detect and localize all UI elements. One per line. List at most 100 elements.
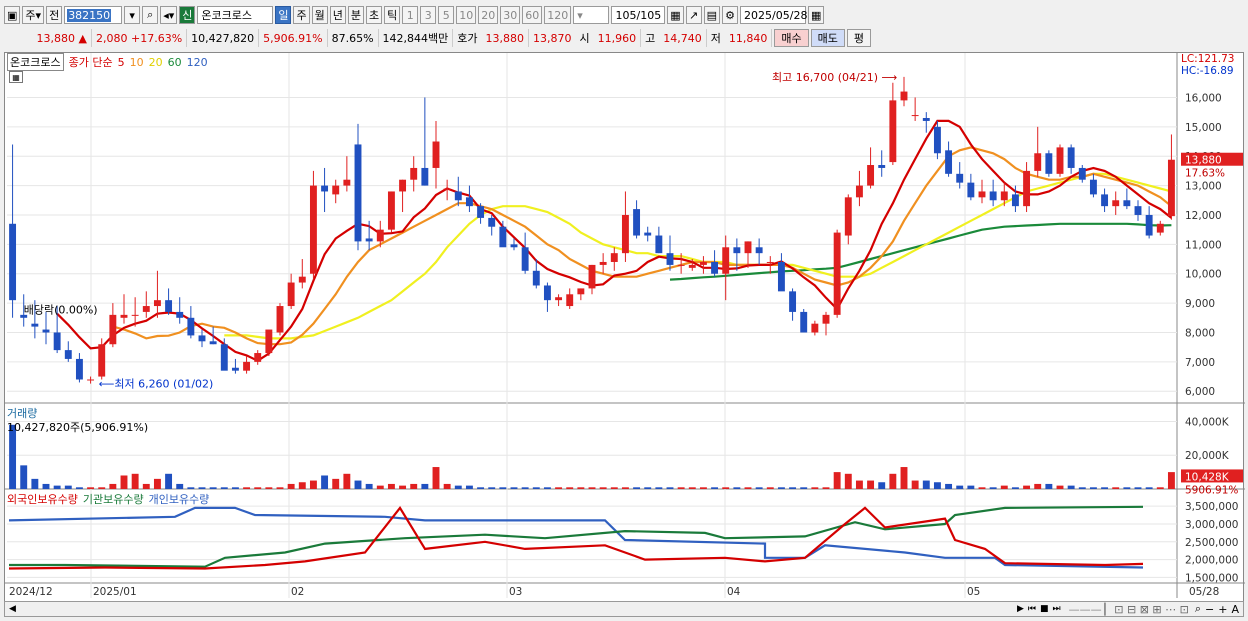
stop-icon[interactable]: ■ xyxy=(1040,604,1049,614)
volume-bar xyxy=(733,487,741,489)
price-legend: 온코크로스 종가 단순 5 10 20 60 120 xyxy=(7,53,208,71)
code-dropdown-button[interactable]: ▾ xyxy=(124,6,141,24)
candle-body xyxy=(298,276,306,283)
candle-body xyxy=(900,91,908,101)
market-select[interactable]: 전 xyxy=(46,6,63,24)
volume-bar xyxy=(1078,487,1086,489)
eval-button[interactable]: 평 xyxy=(846,29,872,47)
volume-bar xyxy=(722,487,730,489)
chart-area[interactable]: 16,00015,00014,00013,00012,00011,00010,0… xyxy=(4,52,1245,603)
institution-holding-label: 기관보유수량 xyxy=(82,493,144,506)
tool-icons[interactable]: ⊡ ⊟ ⊠ ⊞ ⋯ ⊡ xyxy=(1114,603,1189,616)
zoom-out-icon[interactable]: − xyxy=(1205,603,1214,616)
chart-canvas[interactable]: 16,00015,00014,00013,00012,00011,00010,0… xyxy=(5,53,1245,603)
volume-bar xyxy=(989,487,997,489)
sell-button[interactable]: 매도 xyxy=(810,29,845,47)
volume-bar xyxy=(120,475,128,489)
interval-60[interactable]: 60 xyxy=(522,6,543,24)
zoom-slider[interactable]: ———┃ xyxy=(1069,603,1109,616)
candle-body xyxy=(722,247,730,274)
volume-bar xyxy=(410,483,418,489)
volume-rate: 5,906.91% xyxy=(259,29,328,47)
buy-button[interactable]: 매수 xyxy=(774,29,809,47)
scroll-left-icon[interactable]: ◀ xyxy=(9,604,16,614)
period-minute-tab[interactable]: 분 xyxy=(347,6,364,24)
volume-bar xyxy=(477,487,485,489)
draw-tool-icon[interactable]: ↗ xyxy=(685,6,702,24)
low-annotation: ⟵최저 6,260 (01/02) xyxy=(99,378,214,391)
gear-icon[interactable]: ⚙ xyxy=(722,6,739,24)
x-tick-label: 2025/01 xyxy=(93,586,137,598)
volume-bar xyxy=(31,478,39,489)
volume-bar xyxy=(387,483,395,489)
calendar-icon[interactable]: ▦ xyxy=(808,6,825,24)
bar-count-input[interactable]: 105/105 xyxy=(611,6,666,24)
period-day-tab[interactable]: 일 xyxy=(275,6,292,24)
volume-bar xyxy=(755,487,763,489)
period-year-tab[interactable]: 년 xyxy=(329,6,346,24)
price-panel-name[interactable]: 온코크로스 xyxy=(7,53,64,71)
volume-bar xyxy=(142,483,150,489)
last-icon[interactable]: ⏭ xyxy=(1053,604,1061,614)
first-icon[interactable]: ⏮ xyxy=(1028,604,1036,614)
period-second-tab[interactable]: 초 xyxy=(365,6,383,24)
candle-body xyxy=(1067,147,1075,168)
search-icon[interactable]: ⌕ xyxy=(142,6,159,24)
price-tick-label: 15,000 xyxy=(1185,122,1222,134)
volume-bar xyxy=(365,483,373,489)
interval-120[interactable]: 120 xyxy=(544,6,572,24)
volume-bar xyxy=(900,467,908,489)
volume-bar xyxy=(911,480,919,489)
zoom-in-icon[interactable]: + xyxy=(1218,603,1227,616)
candle-body xyxy=(1011,194,1019,207)
volume-bar xyxy=(87,487,95,489)
chart-grid-icon[interactable]: ▦ xyxy=(667,6,684,24)
window-icon[interactable]: ▣ xyxy=(4,6,21,24)
sound-icon[interactable]: ◂▾ xyxy=(160,6,178,24)
volume-bar xyxy=(1156,487,1164,489)
candle-body xyxy=(75,358,83,380)
scroll-right-icon[interactable]: ▶ xyxy=(1017,604,1024,614)
custom-interval-select[interactable]: ▾ xyxy=(573,6,610,24)
x-tick-label: 03 xyxy=(509,586,522,598)
date-input[interactable]: 2025/05/28 xyxy=(740,6,807,24)
volume-bar xyxy=(566,487,574,489)
candle-body xyxy=(777,261,785,292)
candle-body xyxy=(477,206,485,218)
interval-3[interactable]: 3 xyxy=(420,6,437,24)
zoom-icon[interactable]: ⌕ xyxy=(1195,602,1201,616)
volume-bar xyxy=(1089,487,1097,489)
interval-10[interactable]: 10 xyxy=(456,6,477,24)
calculator-icon[interactable]: ▦ xyxy=(9,71,23,83)
interval-5[interactable]: 5 xyxy=(438,6,455,24)
save-icon[interactable]: ▤ xyxy=(703,6,721,24)
period-month-tab[interactable]: 월 xyxy=(311,6,328,24)
candle-body xyxy=(354,144,362,242)
holder-tick-label: 2,500,000 xyxy=(1185,537,1238,549)
period-week-tab[interactable]: 주 xyxy=(293,6,310,24)
type-select[interactable]: 주 ▾ xyxy=(22,6,45,24)
scroll-bar[interactable]: ◀ ▶ ⏮ ■ ⏭ ———┃ ⊡ ⊟ ⊠ ⊞ ⋯ ⊡ ⌕ − + A xyxy=(4,601,1244,617)
candle-body xyxy=(967,182,975,198)
interval-20[interactable]: 20 xyxy=(478,6,499,24)
candle-body xyxy=(744,241,752,254)
stock-code-input[interactable]: 382150 xyxy=(64,6,123,24)
x-tick-label: 02 xyxy=(291,586,304,598)
last-volume-rate: 5906.91% xyxy=(1185,484,1238,496)
holder-tick-label: 1,500,000 xyxy=(1185,572,1238,584)
candle-body xyxy=(1167,159,1175,217)
volume-bar xyxy=(655,487,663,489)
candle-body xyxy=(811,323,819,333)
interval-30[interactable]: 30 xyxy=(500,6,521,24)
candle-body xyxy=(844,197,852,236)
candle-body xyxy=(287,282,295,307)
period-tick-tab[interactable]: 틱 xyxy=(384,6,401,24)
ask-label: 호가 xyxy=(457,32,478,45)
volume-bar xyxy=(109,483,117,489)
interval-1[interactable]: 1 xyxy=(402,6,419,24)
candle-body xyxy=(933,126,941,154)
volume-bar xyxy=(354,480,362,489)
candle-body xyxy=(989,191,997,201)
candle-body xyxy=(187,317,195,336)
font-icon[interactable]: A xyxy=(1231,603,1239,616)
